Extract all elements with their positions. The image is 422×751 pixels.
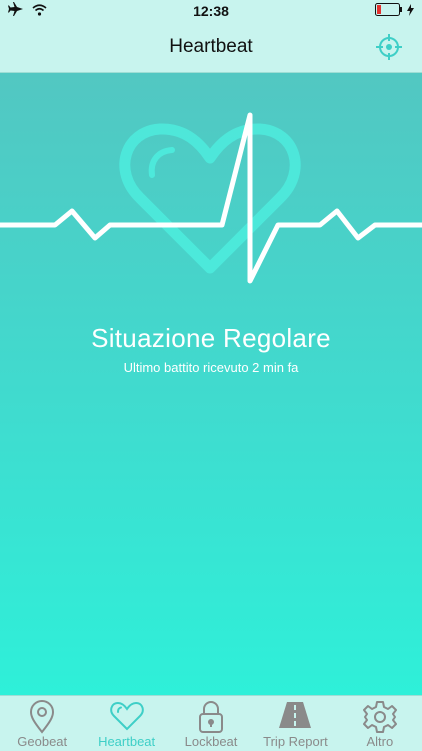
tab-heartbeat[interactable]: Heartbeat xyxy=(84,696,168,751)
location-pin-icon xyxy=(30,700,55,734)
tab-label: Trip Report xyxy=(263,734,328,749)
gear-icon xyxy=(362,701,397,733)
status-subtitle: Ultimo battito ricevuto 2 min fa xyxy=(123,360,299,375)
tab-bar: Geobeat Heartbeat Lockbeat Trip Report A… xyxy=(0,695,422,751)
charging-icon xyxy=(407,3,414,19)
crosshair-target-icon[interactable] xyxy=(374,32,404,62)
heartbeat-heart-graphic xyxy=(0,112,422,284)
road-icon xyxy=(279,702,312,728)
tab-altro[interactable]: Altro xyxy=(338,696,422,751)
heart-icon xyxy=(109,701,144,731)
tab-lockbeat[interactable]: Lockbeat xyxy=(169,696,253,751)
heartbeat-panel: Situazione Regolare Ultimo battito ricev… xyxy=(0,73,422,695)
tab-label: Lockbeat xyxy=(184,734,238,749)
tab-label: Geobeat xyxy=(17,734,68,749)
page-title: Heartbeat xyxy=(169,36,253,57)
status-bar: 12:38 xyxy=(0,0,422,22)
status-right xyxy=(375,3,414,19)
tab-label: Heartbeat xyxy=(98,734,156,749)
padlock-icon xyxy=(199,701,224,733)
tab-trip-report[interactable]: Trip Report xyxy=(253,696,337,751)
tab-geobeat[interactable]: Geobeat xyxy=(0,696,84,751)
nav-bar: Heartbeat xyxy=(0,22,422,73)
tab-label: Altro xyxy=(366,734,394,749)
status-time: 12:38 xyxy=(193,3,229,19)
battery-icon xyxy=(375,3,403,19)
status-title: Situazione Regolare xyxy=(91,323,331,353)
